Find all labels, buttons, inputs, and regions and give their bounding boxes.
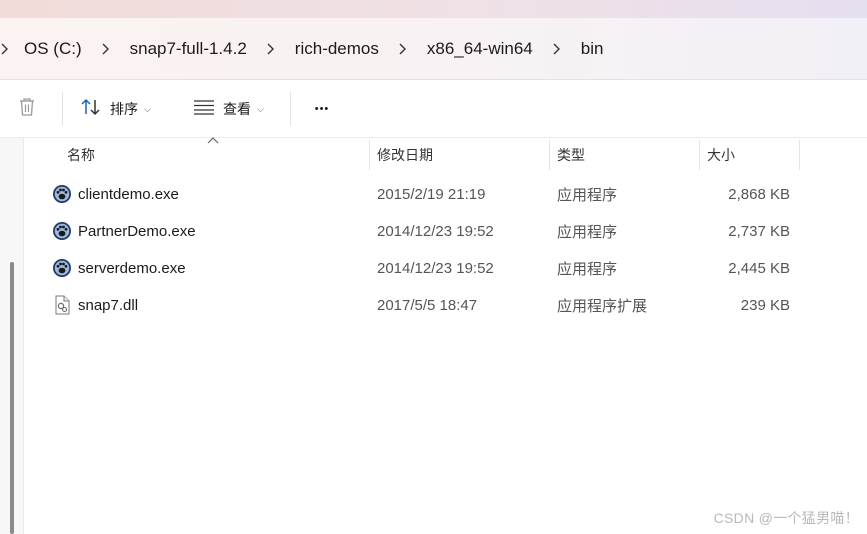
file-size: 2,737 KB — [728, 222, 790, 240]
watermark: CSDN @一个猛男喵！ — [713, 510, 859, 526]
column-divider[interactable] — [549, 140, 550, 170]
view-label: 查看 — [223, 101, 251, 117]
file-row[interactable]: serverdemo.exe 2014/12/23 19:52 应用程序 2,4… — [24, 250, 867, 286]
chevron-right-icon[interactable] — [94, 18, 118, 80]
breadcrumb-segment: OS (C:) — [0, 18, 94, 80]
file-row[interactable]: clientdemo.exe 2015/2/19 21:19 应用程序 2,86… — [24, 176, 867, 212]
breadcrumb-item-bin[interactable]: bin — [569, 39, 616, 59]
file-name[interactable]: clientdemo.exe — [78, 176, 179, 212]
file-row[interactable]: PartnerDemo.exe 2014/12/23 19:52 应用程序 2,… — [24, 213, 867, 249]
chevron-down-icon: ⌵ — [144, 103, 151, 114]
column-divider[interactable] — [699, 140, 700, 170]
title-bar-strip — [0, 0, 867, 18]
file-row[interactable]: snap7.dll 2017/5/5 18:47 应用程序扩展 239 KB — [24, 287, 867, 323]
app-icon — [53, 185, 71, 203]
breadcrumb-segment: x86_64-win64 — [391, 18, 545, 80]
column-header-date[interactable]: 修改日期 — [377, 138, 433, 172]
column-header-size[interactable]: 大小 — [707, 138, 735, 172]
column-header-name[interactable]: 名称 — [67, 138, 95, 172]
sort-button[interactable]: 排序 ⌵ — [80, 92, 151, 126]
file-type: 应用程序 — [557, 260, 618, 278]
sort-icon — [80, 97, 102, 122]
chevron-right-icon[interactable] — [259, 18, 283, 80]
command-bar: 排序 ⌵ 查看 ⌵ ••• — [0, 80, 867, 138]
file-date: 2017/5/5 18:47 — [377, 296, 478, 314]
column-divider[interactable] — [799, 140, 800, 170]
file-date: 2015/2/19 21:19 — [377, 185, 486, 203]
breadcrumb-segment: snap7-full-1.4.2 — [94, 18, 259, 80]
app-icon — [53, 222, 71, 240]
file-type: 应用程序 — [557, 186, 618, 204]
breadcrumb-segment: bin — [545, 18, 616, 80]
file-name[interactable]: serverdemo.exe — [78, 250, 186, 286]
app-icon — [53, 259, 71, 277]
dll-icon — [55, 295, 70, 315]
delete-button[interactable] — [16, 92, 44, 126]
chevron-right-icon[interactable] — [545, 18, 569, 80]
view-button[interactable]: 查看 ⌵ — [193, 92, 264, 126]
breadcrumb-segment: rich-demos — [259, 18, 391, 80]
vertical-scrollbar[interactable] — [0, 138, 24, 534]
scrollbar-thumb[interactable] — [10, 262, 14, 534]
file-size: 2,445 KB — [728, 259, 790, 277]
file-date: 2014/12/23 19:52 — [377, 222, 494, 240]
column-header-type[interactable]: 类型 — [557, 138, 585, 172]
file-size: 2,868 KB — [728, 185, 790, 203]
breadcrumb-item-os[interactable]: OS (C:) — [12, 39, 94, 59]
toolbar-divider — [290, 92, 291, 126]
file-date: 2014/12/23 19:52 — [377, 259, 494, 277]
breadcrumb-item-x86-64-win64[interactable]: x86_64-win64 — [415, 39, 545, 59]
breadcrumb: OS (C:) snap7-full-1.4.2 rich-demos x86_… — [0, 18, 615, 80]
breadcrumb-item-rich-demos[interactable]: rich-demos — [283, 39, 391, 59]
sort-label: 排序 — [110, 101, 138, 117]
column-header-row: 名称 修改日期 类型 大小 — [24, 137, 867, 172]
chevron-right-icon[interactable] — [0, 18, 12, 80]
toolbar-divider — [62, 92, 63, 126]
address-bar[interactable]: OS (C:) snap7-full-1.4.2 rich-demos x86_… — [0, 18, 867, 80]
breadcrumb-item-snap7[interactable]: snap7-full-1.4.2 — [118, 39, 259, 59]
column-divider[interactable] — [369, 140, 370, 170]
file-type: 应用程序 — [557, 223, 618, 241]
more-options-button[interactable]: ••• — [308, 92, 336, 126]
file-size: 239 KB — [740, 296, 790, 314]
chevron-right-icon[interactable] — [391, 18, 415, 80]
trash-icon — [16, 96, 38, 123]
sort-ascending-icon — [207, 137, 219, 144]
more-icon: ••• — [314, 103, 330, 115]
view-list-icon — [193, 98, 215, 121]
file-name[interactable]: PartnerDemo.exe — [78, 213, 196, 249]
file-name[interactable]: snap7.dll — [78, 287, 138, 323]
file-type: 应用程序扩展 — [557, 297, 648, 315]
chevron-down-icon: ⌵ — [257, 103, 264, 114]
